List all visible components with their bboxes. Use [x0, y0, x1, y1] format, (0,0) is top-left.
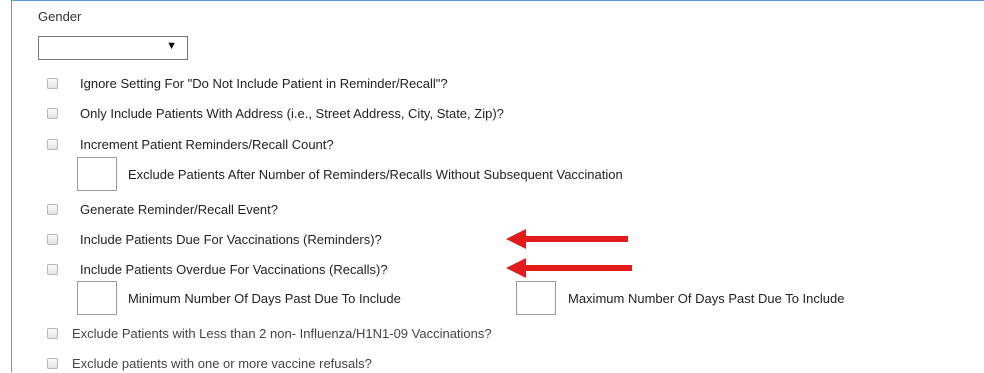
max-days-input[interactable]: [516, 281, 556, 315]
option-label: Increment Patient Reminders/Recall Count…: [80, 136, 334, 152]
checkbox[interactable]: [47, 203, 58, 215]
annotation-arrow-icon: [506, 258, 632, 278]
option-label: Generate Reminder/Recall Event?: [80, 201, 278, 217]
annotation-arrow-icon: [506, 229, 628, 249]
checkbox[interactable]: [47, 233, 58, 245]
option-exclude-refusals[interactable]: Exclude patients with one or more vaccin…: [47, 353, 372, 373]
checkbox[interactable]: [47, 77, 58, 89]
checkbox[interactable]: [47, 107, 58, 119]
option-ignore-do-not-include[interactable]: Ignore Setting For "Do Not Include Patie…: [47, 73, 448, 93]
triangle-down-icon: ▼: [166, 40, 177, 52]
checkbox[interactable]: [47, 327, 58, 339]
exclude-after-label: Exclude Patients After Number of Reminde…: [128, 167, 623, 182]
option-include-overdue[interactable]: Include Patients Overdue For Vaccination…: [47, 259, 388, 279]
gender-select[interactable]: ▼: [38, 36, 188, 60]
option-increment-recall-count[interactable]: Increment Patient Reminders/Recall Count…: [47, 134, 334, 154]
option-label: Only Include Patients With Address (i.e.…: [80, 105, 504, 121]
option-label: Exclude Patients with Less than 2 non- I…: [72, 325, 492, 341]
option-only-with-address[interactable]: Only Include Patients With Address (i.e.…: [47, 103, 504, 123]
option-exclude-less-than-2[interactable]: Exclude Patients with Less than 2 non- I…: [47, 323, 492, 343]
min-days-label: Minimum Number Of Days Past Due To Inclu…: [128, 291, 401, 306]
max-days-label: Maximum Number Of Days Past Due To Inclu…: [568, 291, 845, 306]
option-generate-event[interactable]: Generate Reminder/Recall Event?: [47, 199, 278, 219]
option-label: Include Patients Due For Vaccinations (R…: [80, 231, 382, 247]
option-label: Include Patients Overdue For Vaccination…: [80, 261, 388, 277]
exclude-after-count-input[interactable]: [77, 157, 117, 191]
option-include-due[interactable]: Include Patients Due For Vaccinations (R…: [47, 229, 382, 249]
min-days-input[interactable]: [77, 281, 117, 315]
checkbox[interactable]: [47, 357, 58, 369]
option-label: Exclude patients with one or more vaccin…: [72, 355, 372, 371]
option-label: Ignore Setting For "Do Not Include Patie…: [80, 75, 448, 91]
checkbox[interactable]: [47, 263, 58, 275]
gender-label: Gender: [38, 9, 82, 24]
checkbox[interactable]: [47, 138, 58, 150]
